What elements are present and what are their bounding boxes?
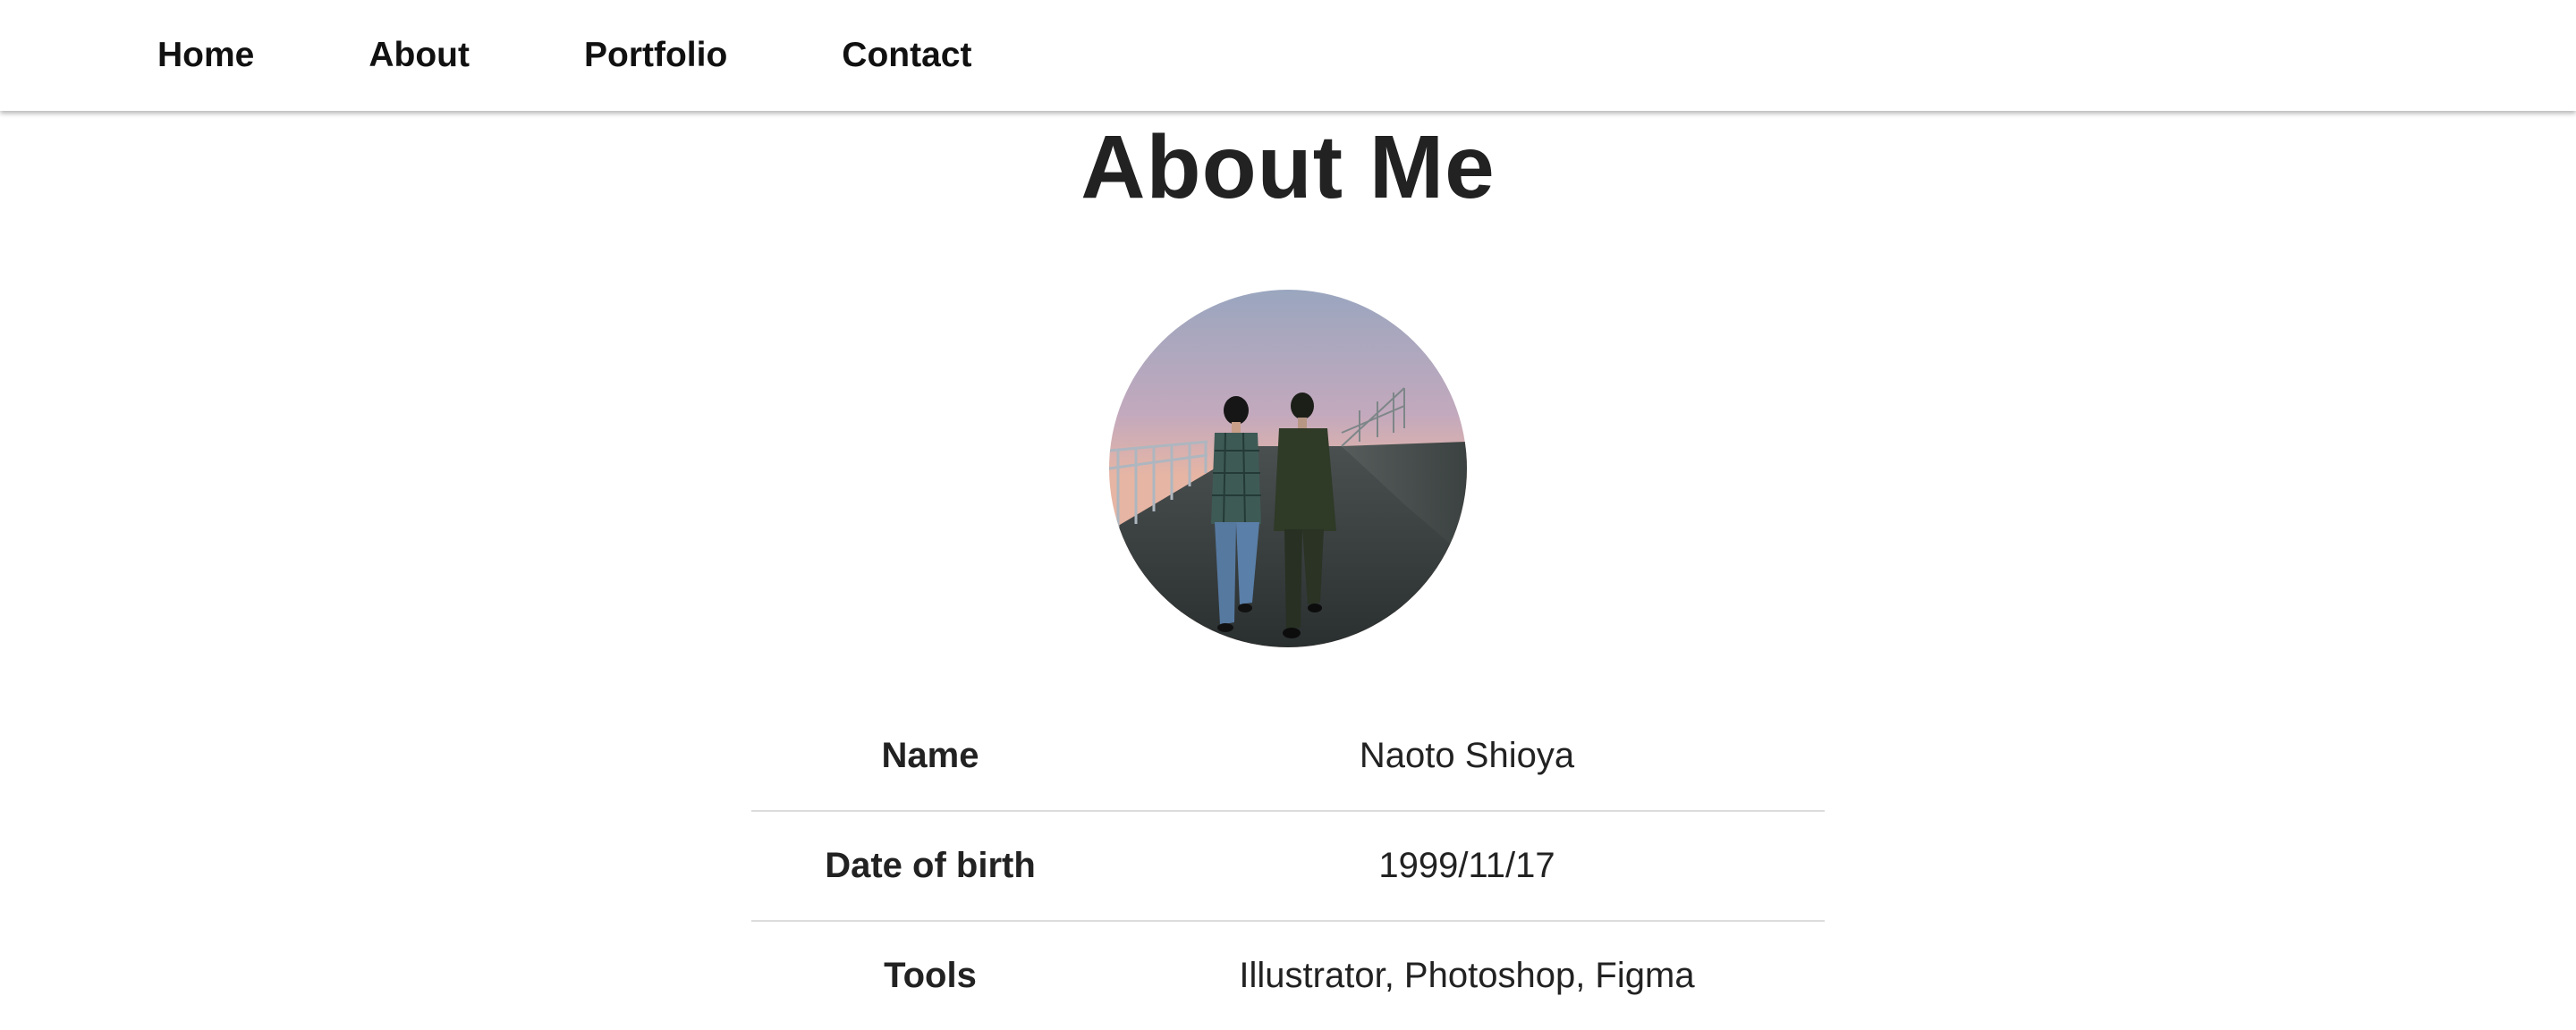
profile-row-tools: Tools Illustrator, Photoshop, Figma <box>751 922 1825 1030</box>
profile-photo <box>1109 290 1467 647</box>
row-value: Illustrator, Photoshop, Figma <box>1239 956 1695 995</box>
row-label: Date of birth <box>825 846 1036 885</box>
top-navbar: Home About Portfolio Contact <box>0 0 2576 111</box>
nav-link-home[interactable]: Home <box>157 36 254 75</box>
nav-link-contact[interactable]: Contact <box>842 36 971 75</box>
page-title: About Me <box>1080 117 1496 217</box>
nav-link-portfolio[interactable]: Portfolio <box>584 36 727 75</box>
profile-row-name: Name Naoto Shioya <box>751 702 1825 812</box>
row-value: 1999/11/17 <box>1378 846 1555 885</box>
main-nav: Home About Portfolio Contact <box>157 0 971 111</box>
profile-row-birthdate: Date of birth 1999/11/17 <box>751 812 1825 922</box>
row-label: Tools <box>884 956 977 995</box>
profile-table: Name Naoto Shioya Date of birth 1999/11/… <box>751 702 1825 1030</box>
row-value: Naoto Shioya <box>1359 736 1575 775</box>
nav-link-about[interactable]: About <box>369 36 470 75</box>
row-label: Name <box>881 736 979 775</box>
